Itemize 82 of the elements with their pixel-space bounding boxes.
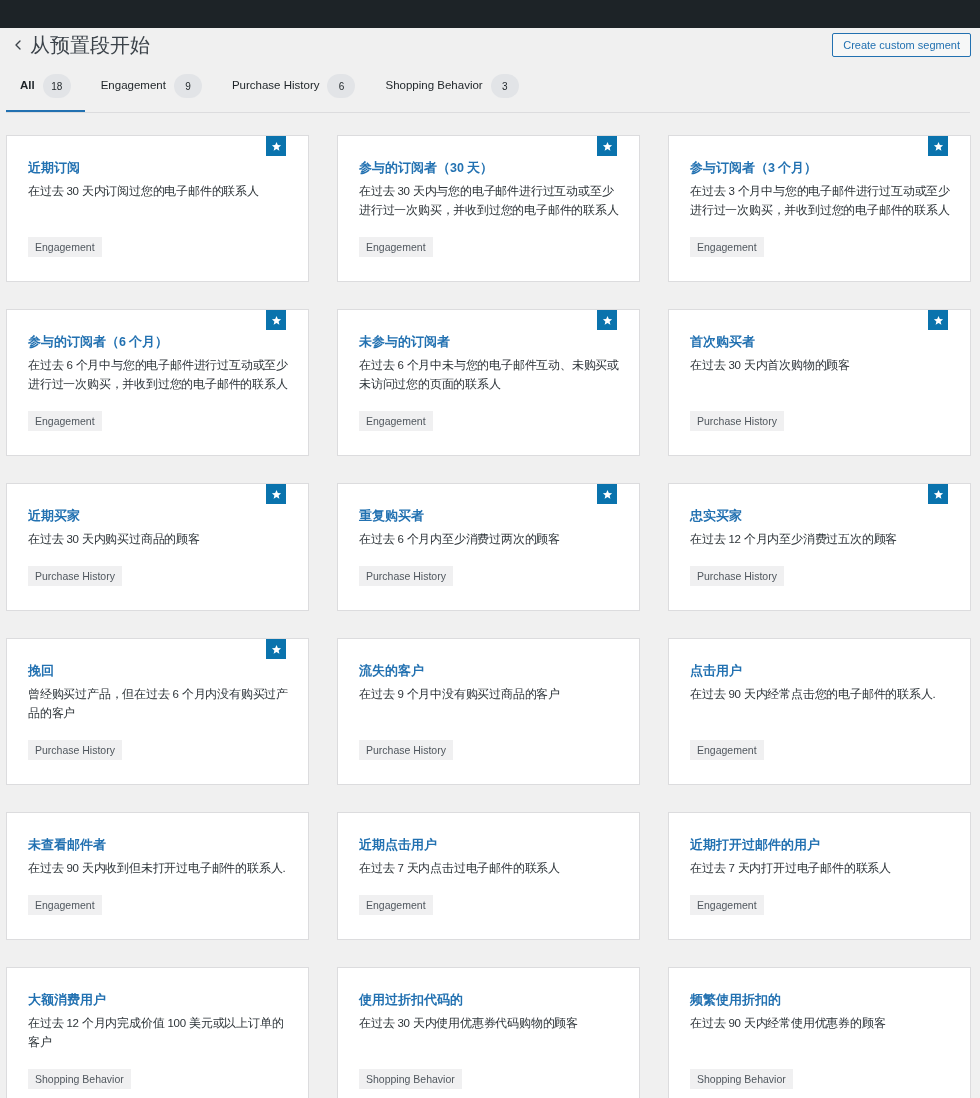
category-tag: Engagement bbox=[359, 411, 433, 431]
count-badge: 9 bbox=[173, 74, 202, 98]
segment-title: 忠实买家 bbox=[690, 507, 743, 525]
category-tag: Engagement bbox=[28, 895, 102, 915]
segment-title: 近期打开过邮件的用户 bbox=[690, 837, 821, 854]
segment-card[interactable]: 未查看邮件者 在过去 90 天内收到但未打开过电子邮件的联系人. Engagement bbox=[6, 812, 309, 940]
segment-card[interactable]: 近期买家 在过去 30 天内购买过商品的顾客 Purchase History bbox=[6, 483, 309, 611]
segment-card[interactable]: 近期打开过邮件的用户 在过去 7 天内打开过电子邮件的联系人 Engagement bbox=[668, 812, 971, 940]
category-tag: Purchase History bbox=[359, 740, 453, 760]
segment-description: 在过去 30 天内使用优惠券代码购物的顾客 bbox=[359, 1016, 579, 1031]
category-tag: Shopping Behavior bbox=[690, 1069, 793, 1089]
filter-tab[interactable]: Shopping Behavior 3 bbox=[371, 62, 533, 112]
segment-description: 在过去 6 个月中未与您的电子邮件互动、未购买或未访问过您的页面的联系人 bbox=[359, 358, 620, 392]
segment-card[interactable]: 大额消费用户 在过去 12 个月内完成价值 100 美元或以上订单的客户 Shopping Behavior bbox=[6, 967, 309, 1098]
segment-title: 未参与的订阅者 bbox=[359, 334, 451, 351]
count-badge: 18 bbox=[42, 74, 71, 98]
segment-description: 在过去 90 天内经常使用优惠券的顾客 bbox=[690, 1016, 887, 1031]
segment-card[interactable]: 近期订阅 在过去 30 天内订阅过您的电子邮件的联系人 Engagement bbox=[6, 135, 309, 282]
filter-tab[interactable]: All 18 bbox=[6, 62, 85, 112]
category-tag: Engagement bbox=[28, 411, 102, 431]
segment-title: 近期买家 bbox=[28, 507, 81, 525]
segment-title: 未查看邮件者 bbox=[28, 837, 107, 854]
filter-tab[interactable]: Purchase History 6 bbox=[217, 62, 370, 112]
category-tag: Purchase History bbox=[690, 411, 784, 431]
segment-card[interactable]: 忠实买家 在过去 12 个月内至少消费过五次的顾客 Purchase History bbox=[668, 483, 971, 611]
create-segment-button[interactable]: Create custom segment bbox=[832, 33, 971, 57]
segment-description: 曾经购买过产品，但在过去 6 个月内没有购买过产品的客户 bbox=[28, 687, 289, 721]
count-badge: 6 bbox=[327, 74, 356, 98]
segment-card[interactable]: 流失的客户 在过去 9 个月中没有购买过商品的客户 Purchase History bbox=[337, 638, 640, 785]
segment-description: 在过去 7 天内点击过电子邮件的联系人 bbox=[359, 861, 561, 876]
segment-card[interactable]: 频繁使用折扣的 在过去 90 天内经常使用优惠券的顾客 Shopping Behavior bbox=[668, 967, 971, 1098]
category-tag: Engagement bbox=[690, 895, 764, 915]
segment-title: 近期订阅 bbox=[28, 160, 81, 177]
count-badge: 3 bbox=[490, 74, 519, 98]
segment-description: 在过去 12 个月内至少消费过五次的顾客 bbox=[690, 532, 899, 547]
segment-card[interactable]: 使用过折扣代码的 在过去 30 天内使用优惠券代码购物的顾客 Shopping Behavior bbox=[337, 967, 640, 1098]
segment-title: 流失的客户 bbox=[359, 662, 425, 680]
category-tag: Engagement bbox=[28, 237, 102, 257]
category-tag: Shopping Behavior bbox=[359, 1069, 462, 1089]
segment-description: 在过去 7 天内打开过电子邮件的联系人 bbox=[690, 861, 892, 876]
segment-card[interactable]: 参与的订阅者（30 天） 在过去 30 天内与您的电子邮件进行过互动或至少进行过一次购买，并收到过您的电子邮件的联系人 Engagement bbox=[337, 135, 640, 282]
category-tag: Purchase History bbox=[28, 566, 122, 586]
category-tag: Purchase History bbox=[28, 740, 122, 760]
segment-description: 在过去 9 个月中没有购买过商品的客户 bbox=[359, 687, 561, 702]
segment-title: 大额消费用户 bbox=[28, 992, 107, 1009]
segment-title: 挽回 bbox=[28, 663, 55, 680]
segment-title: 参与的订阅者（6 个月） bbox=[28, 334, 170, 351]
segment-title: 使用过折扣代码的 bbox=[359, 992, 464, 1009]
segment-card[interactable]: 近期点击用户 在过去 7 天内点击过电子邮件的联系人 Engagement bbox=[337, 812, 640, 940]
segment-description: 在过去 90 天内经常点击您的电子邮件的联系人. bbox=[690, 687, 937, 702]
segment-description: 在过去 30 天内首次购物的顾客 bbox=[690, 358, 851, 373]
segment-card[interactable]: 点击用户 在过去 90 天内经常点击您的电子邮件的联系人. Engagement bbox=[668, 638, 971, 785]
segment-title: 重复购买者 bbox=[359, 508, 425, 525]
segment-description: 在过去 3 个月中与您的电子邮件进行过互动或至少进行过一次购买，并收到过您的电子邮件的联系人 bbox=[690, 184, 951, 218]
segment-card[interactable]: 参与的订阅者（6 个月） 在过去 6 个月中与您的电子邮件进行过互动或至少进行过一次购买，并收到过您的电子邮件的联系人 Engagement bbox=[6, 309, 309, 456]
segment-description: 在过去 30 天内购买过商品的顾客 bbox=[28, 532, 201, 547]
category-tag: Shopping Behavior bbox=[28, 1069, 131, 1089]
segment-card[interactable]: 首次购买者 在过去 30 天内首次购物的顾客 Purchase History bbox=[668, 309, 971, 456]
segment-description: 在过去 30 天内订阅过您的电子邮件的联系人 bbox=[28, 184, 260, 199]
category-tag: Purchase History bbox=[359, 566, 453, 586]
category-tag: Purchase History bbox=[690, 566, 784, 586]
page-title: 从预置段开始 bbox=[30, 33, 150, 58]
category-tag: Engagement bbox=[690, 237, 764, 257]
segment-description: 在过去 6 个月中与您的电子邮件进行过互动或至少进行过一次购买，并收到过您的电子邮件的联系人 bbox=[28, 358, 289, 392]
segment-title: 参与的订阅者（30 天） bbox=[359, 160, 495, 177]
segment-title: 近期点击用户 bbox=[359, 837, 438, 854]
segment-description: 在过去 12 个月内完成价值 100 美元或以上订单的客户 bbox=[28, 1016, 285, 1050]
segment-card[interactable]: 重复购买者 在过去 6 个月内至少消费过两次的顾客 Purchase History bbox=[337, 483, 640, 611]
segment-description: 在过去 30 天内与您的电子邮件进行过互动或至少进行过一次购买，并收到过您的电子邮件的联系人 bbox=[359, 184, 620, 218]
segment-card[interactable]: 未参与的订阅者 在过去 6 个月中未与您的电子邮件互动、未购买或未访问过您的页面的联系人 Engagement bbox=[337, 309, 640, 456]
segment-description: 在过去 6 个月内至少消费过两次的顾客 bbox=[359, 532, 561, 547]
segment-title: 参与订阅者（3 个月） bbox=[690, 160, 819, 177]
category-tag: Engagement bbox=[690, 740, 764, 760]
segment-card[interactable]: 参与订阅者（3 个月） 在过去 3 个月中与您的电子邮件进行过互动或至少进行过一次购买，并收到过您的电子邮件的联系人 Engagement bbox=[668, 135, 971, 282]
segment-title: 点击用户 bbox=[690, 663, 743, 680]
filter-tab[interactable]: Engagement 9 bbox=[86, 62, 216, 112]
category-tag: Engagement bbox=[359, 237, 433, 257]
segment-title: 频繁使用折扣的 bbox=[690, 992, 782, 1009]
category-tag: Engagement bbox=[359, 895, 433, 915]
segment-description: 在过去 90 天内收到但未打开过电子邮件的联系人. bbox=[28, 861, 287, 876]
segment-title: 首次购买者 bbox=[690, 334, 756, 351]
segment-card[interactable]: 挽回 曾经购买过产品，但在过去 6 个月内没有购买过产品的客户 Purchase History bbox=[6, 638, 309, 785]
